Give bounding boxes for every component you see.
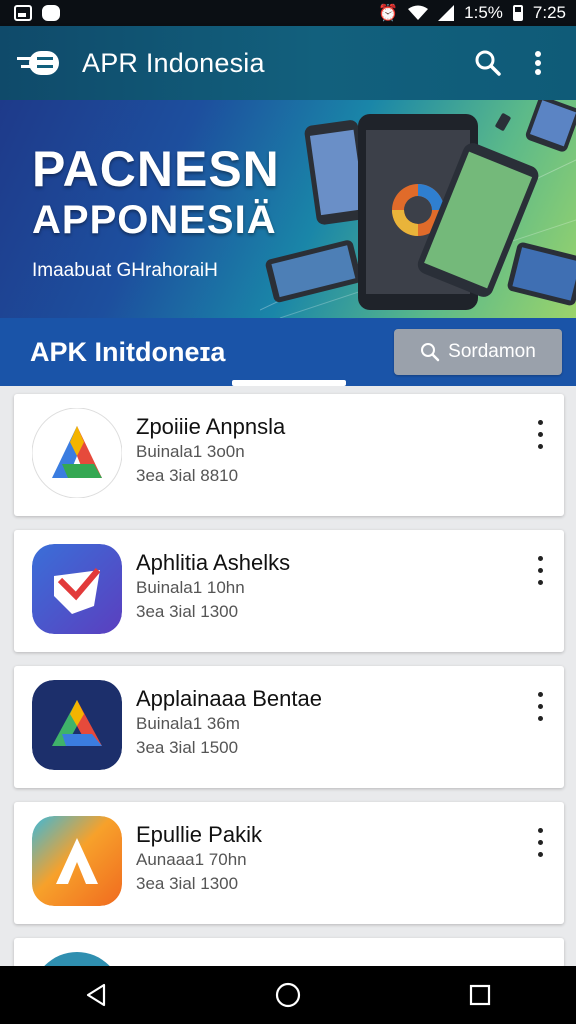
more-options-icon[interactable] xyxy=(528,824,552,860)
app-meta: 3ea 3ial 8810 xyxy=(136,466,239,485)
wifi-icon xyxy=(408,5,429,20)
phones-illustration xyxy=(260,100,576,318)
app-list: Zpoiiie Anpnsla Buinala1 3o0n 3ea 3ial 8… xyxy=(14,394,564,982)
section-title: APK Initdoneɪa xyxy=(30,336,226,367)
search-icon xyxy=(421,343,440,362)
app-meta: Buinala1 10hn xyxy=(136,578,245,597)
list-item[interactable]: Aphlitia Ashelks Buinala1 10hn 3ea 3ial … xyxy=(14,530,564,652)
app-meta: Aunaaa1 70hn xyxy=(136,850,247,869)
recents-icon[interactable] xyxy=(450,966,510,1024)
search-button-label: Sordamon xyxy=(448,341,536,362)
back-icon[interactable] xyxy=(66,966,126,1024)
app-meta: Buinala1 36m xyxy=(136,714,240,733)
app-icon xyxy=(32,408,122,498)
app-bar: APR Indonesia xyxy=(0,26,576,100)
banner-tagline: Imaabuat GHrahoraiH xyxy=(32,260,218,281)
app-meta: 3ea 3ial 1300 xyxy=(136,874,239,893)
app-logo-icon[interactable] xyxy=(16,45,64,81)
app-icon xyxy=(32,680,122,770)
status-bar: ⏰ 1:5% 7:25 xyxy=(0,0,576,26)
app-title: APR Indonesia xyxy=(82,47,265,78)
app-icon xyxy=(32,544,122,634)
list-item[interactable] xyxy=(14,938,564,968)
clock: 7:25 xyxy=(532,3,566,22)
app-name: Applainaaa Bentae xyxy=(136,686,322,711)
shield-notification-icon xyxy=(42,5,60,21)
more-options-icon[interactable] xyxy=(528,552,552,588)
overflow-menu-icon[interactable] xyxy=(516,41,560,85)
search-button[interactable]: Sordamon xyxy=(394,329,562,375)
list-item[interactable]: Epullie Pakik Aunaaa1 70hn 3ea 3ial 1300 xyxy=(14,802,564,924)
gallery-notification-icon xyxy=(14,5,32,21)
banner-title: PACNESN xyxy=(32,141,280,197)
more-options-icon[interactable] xyxy=(528,416,552,452)
search-icon[interactable] xyxy=(466,41,510,85)
app-icon xyxy=(32,816,122,906)
list-item[interactable]: Applainaaa Bentae Buinala1 36m 3ea 3ial … xyxy=(14,666,564,788)
battery-percent: 1:5% xyxy=(464,3,503,22)
promo-banner[interactable]: PACNESN APPONESIÄ Imaabuat GHrahoraiH xyxy=(0,100,576,318)
alarm-icon: ⏰ xyxy=(378,5,399,22)
more-options-icon[interactable] xyxy=(528,688,552,724)
list-item[interactable]: Zpoiiie Anpnsla Buinala1 3o0n 3ea 3ial 8… xyxy=(14,394,564,516)
app-meta: 3ea 3ial 1300 xyxy=(136,602,239,621)
app-name: Aphlitia Ashelks xyxy=(136,550,291,575)
home-icon[interactable] xyxy=(258,966,318,1024)
battery-icon xyxy=(512,5,523,21)
system-nav-bar xyxy=(0,966,576,1024)
app-name: Zpoiiie Anpnsla xyxy=(136,414,286,439)
tab-indicator xyxy=(232,380,346,386)
app-name: Epullie Pakik xyxy=(136,822,262,847)
app-meta: Buinala1 3o0n xyxy=(136,442,245,461)
banner-subtitle: APPONESIÄ xyxy=(32,198,277,242)
signal-icon xyxy=(438,5,455,21)
app-meta: 3ea 3ial 1500 xyxy=(136,738,239,757)
section-header: APK Initdoneɪa Sordamon xyxy=(0,318,576,386)
